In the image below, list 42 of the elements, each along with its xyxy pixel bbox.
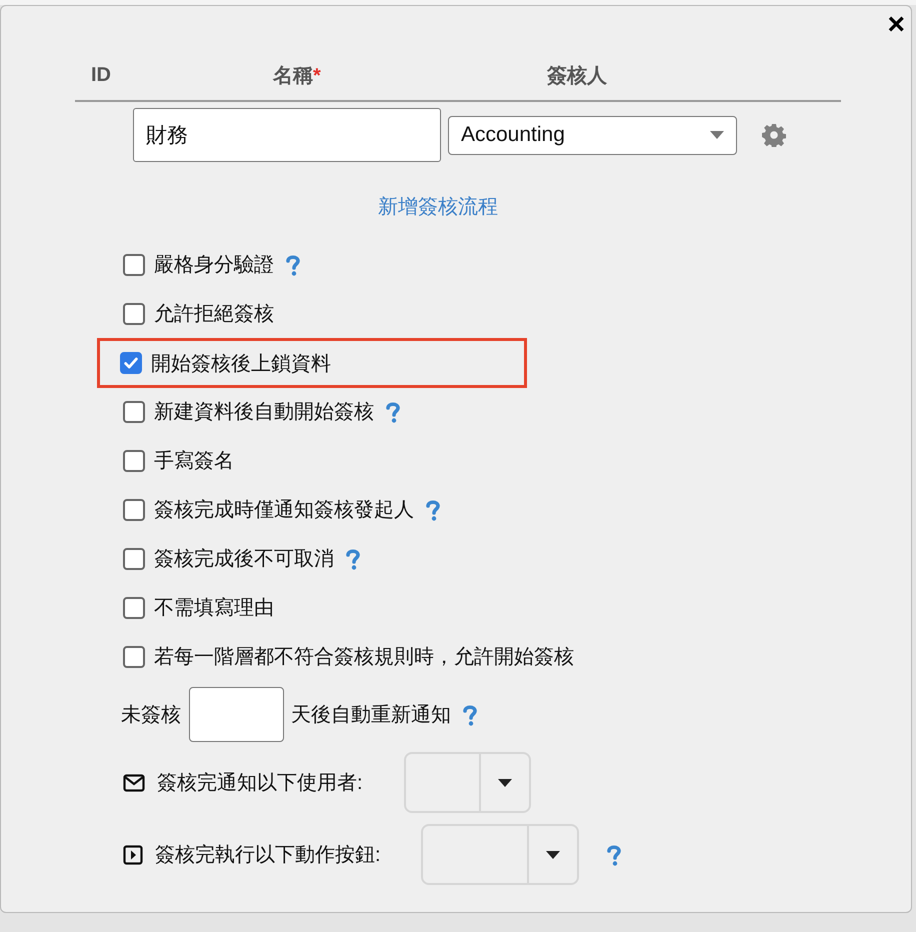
option-label: 允許拒絕簽核	[154, 302, 274, 327]
add-flow-link[interactable]: 新增簽核流程	[378, 196, 498, 218]
picker-label: 簽核完執行以下動作按鈕:	[155, 843, 381, 868]
checkbox[interactable]	[123, 646, 145, 668]
days-field[interactable]	[189, 687, 284, 742]
help-icon[interactable]	[606, 844, 621, 866]
caret-icon	[546, 850, 560, 858]
column-header: 名稱*	[273, 64, 321, 88]
option-label: 新建資料後自動開始簽核	[154, 400, 374, 425]
play-square-icon	[123, 844, 143, 864]
help-icon[interactable]	[386, 400, 400, 422]
checkbox[interactable]	[123, 254, 145, 276]
caret-icon	[710, 131, 724, 139]
reminder-label: 未簽核	[121, 703, 181, 728]
option-label: 開始簽核後上鎖資料	[151, 352, 331, 376]
approver-dropdown[interactable]: Accounting	[448, 116, 737, 154]
settings-icon[interactable]	[762, 123, 786, 147]
checkbox[interactable]	[123, 596, 145, 618]
help-icon[interactable]	[286, 254, 300, 276]
checkbox[interactable]	[123, 548, 145, 570]
picker-label: 簽核完通知以下使用者:	[157, 771, 363, 796]
checkbox[interactable]	[123, 450, 145, 472]
column-header: 簽核人	[546, 64, 607, 88]
help-icon[interactable]	[426, 498, 440, 520]
option-label: 若每一階層都不符合簽核規則時，允許開始簽核	[154, 645, 574, 670]
help-icon[interactable]	[463, 704, 477, 726]
reminder-label: 天後自動重新通知	[291, 703, 451, 728]
caret-icon	[498, 778, 512, 786]
checkbox[interactable]	[120, 352, 142, 374]
option-label: 簽核完成時僅通知簽核發起人	[154, 498, 414, 523]
checkbox[interactable]	[123, 400, 145, 422]
option-label: 嚴格身分驗證	[154, 253, 274, 278]
option-label: 不需填寫理由	[154, 596, 274, 621]
checkbox[interactable]	[123, 498, 145, 520]
name-field[interactable]: 財務	[133, 108, 441, 162]
column-header: ID	[91, 64, 112, 86]
option-label: 手寫簽名	[154, 449, 234, 474]
option-label: 簽核完成後不可取消	[154, 547, 334, 572]
close-button[interactable]: ×	[883, 12, 909, 38]
help-icon[interactable]	[346, 548, 360, 570]
checkbox[interactable]	[123, 302, 145, 324]
envelope-icon	[123, 774, 145, 792]
